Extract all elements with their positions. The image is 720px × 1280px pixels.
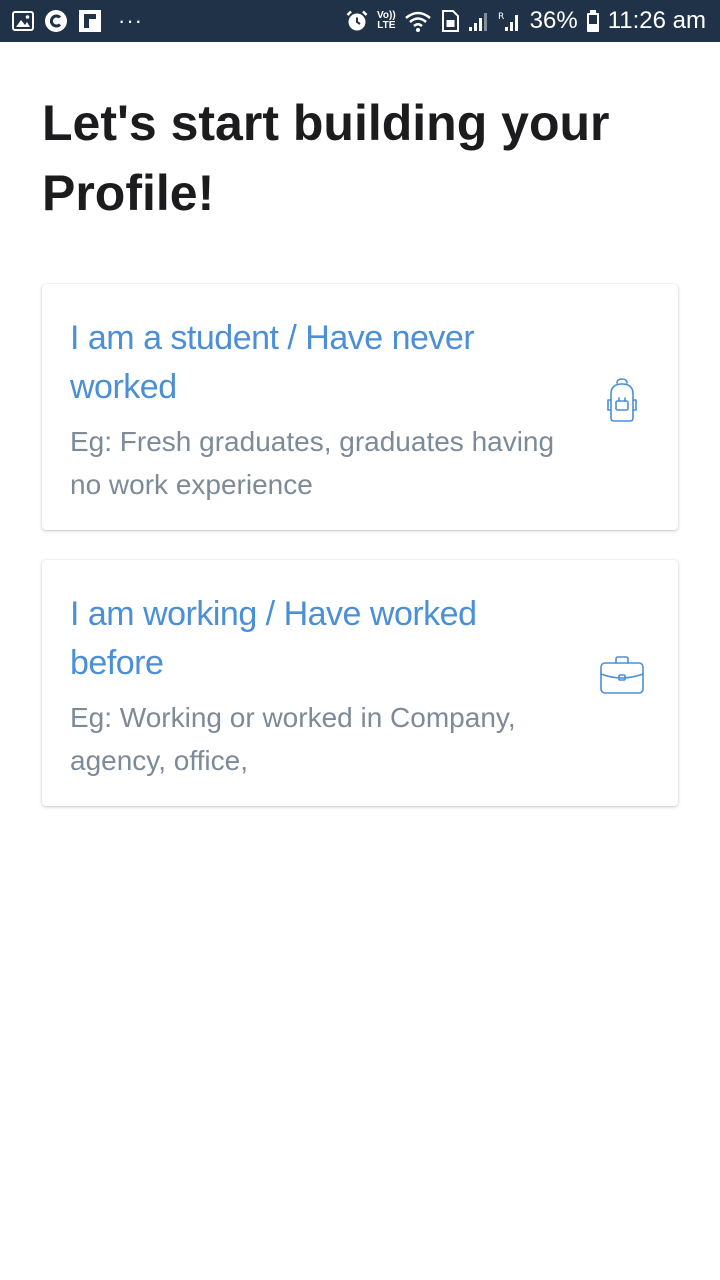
battery-percentage: 36% — [529, 7, 578, 34]
clock: 11:26 am — [607, 7, 706, 34]
alarm-icon — [345, 9, 369, 33]
c-circle-icon — [44, 9, 68, 33]
volte-icon: Vo)) LTE — [377, 11, 396, 31]
image-icon — [12, 10, 34, 32]
option-card-working[interactable]: I am working / Have worked before Eg: Wo… — [42, 560, 678, 806]
flipboard-icon — [78, 9, 102, 33]
volte-bottom-label: LTE — [377, 20, 396, 31]
sim-icon — [440, 9, 460, 33]
status-bar-right: Vo)) LTE R 36% 11:26 am — [345, 6, 706, 36]
option-description-student: Eg: Fresh graduates, graduates having no… — [70, 426, 555, 500]
option-title-working: I am working / Have worked before — [70, 595, 477, 682]
battery-icon — [586, 9, 600, 33]
status-bar: ··· Vo)) LTE R 36% 11:26 am — [0, 0, 720, 42]
svg-text:R: R — [498, 12, 504, 22]
backpack-icon — [598, 376, 646, 424]
status-bar-left: ··· — [12, 8, 143, 34]
option-description-working: Eg: Working or worked in Company, agency… — [70, 702, 516, 776]
wifi-icon — [404, 9, 432, 33]
option-title-student: I am a student / Have never worked — [70, 319, 475, 406]
more-notifications-dots: ··· — [118, 8, 143, 33]
signal-r-icon: R — [498, 9, 522, 33]
option-card-student[interactable]: I am a student / Have never worked Eg: F… — [42, 284, 678, 530]
briefcase-icon — [598, 652, 646, 700]
signal-icon — [468, 9, 490, 33]
page-title: Let's start building your Profile! — [42, 95, 610, 221]
